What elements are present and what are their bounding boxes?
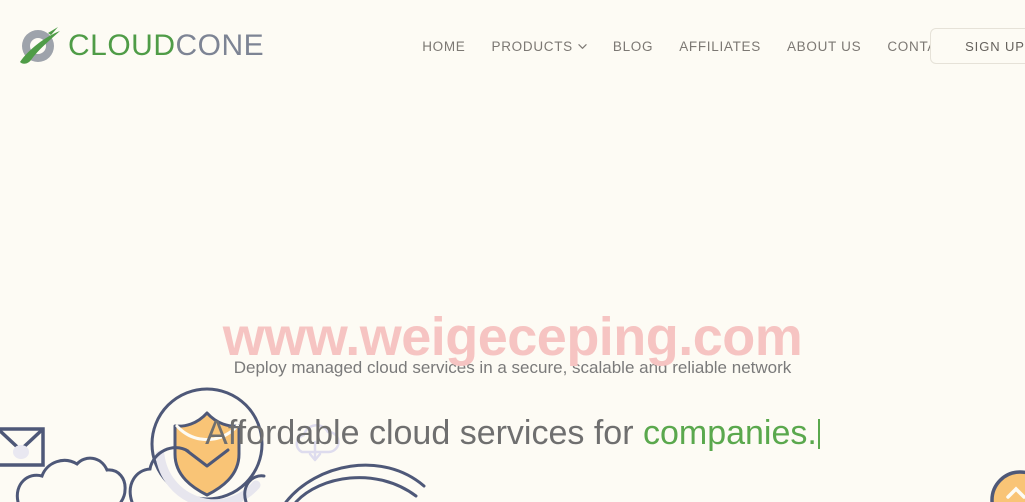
sign-up-label: SIGN UP bbox=[965, 38, 1025, 54]
headline-typed-text: companies. bbox=[642, 414, 817, 452]
main-navigation: HOME PRODUCTS BLOG AFFILIATES ABOUT US C… bbox=[409, 35, 1011, 57]
nav-item-blog[interactable]: BLOG bbox=[600, 39, 666, 54]
hero-section: www.weigeceping.com Deploy managed cloud… bbox=[0, 92, 1025, 502]
nav-item-about-us[interactable]: ABOUT US bbox=[774, 39, 874, 54]
cloudcone-landing-page: CLOUDCONE HOME PRODUCTS BLOG AFFILIATES … bbox=[0, 0, 1025, 502]
nav-label: BLOG bbox=[612, 38, 654, 54]
headline-static-text: Affordable cloud services for bbox=[205, 414, 643, 452]
nav-item-home[interactable]: HOME bbox=[409, 39, 478, 54]
logo-text-cloud: CLOUD bbox=[68, 29, 176, 62]
site-logo[interactable]: CLOUDCONE bbox=[12, 16, 264, 76]
nav-item-products[interactable]: PRODUCTS bbox=[479, 39, 600, 54]
nav-label: PRODUCTS bbox=[491, 38, 573, 54]
typing-caret bbox=[817, 419, 820, 449]
nav-label: AFFILIATES bbox=[679, 38, 761, 54]
site-header: CLOUDCONE HOME PRODUCTS BLOG AFFILIATES … bbox=[0, 0, 1025, 92]
logo-text-cone: CONE bbox=[175, 29, 265, 62]
chevron-down-icon bbox=[578, 43, 587, 49]
nav-item-affiliates[interactable]: AFFILIATES bbox=[666, 39, 774, 54]
hero-headline: Affordable cloud services for companies. bbox=[0, 414, 1025, 453]
nav-label: HOME bbox=[422, 38, 466, 54]
nav-label: ABOUT US bbox=[786, 38, 862, 54]
hero-tagline: Deploy managed cloud services in a secur… bbox=[233, 358, 792, 377]
sign-up-button[interactable]: SIGN UP bbox=[930, 28, 1025, 64]
cloudcone-swoosh-logo-icon bbox=[20, 27, 60, 64]
